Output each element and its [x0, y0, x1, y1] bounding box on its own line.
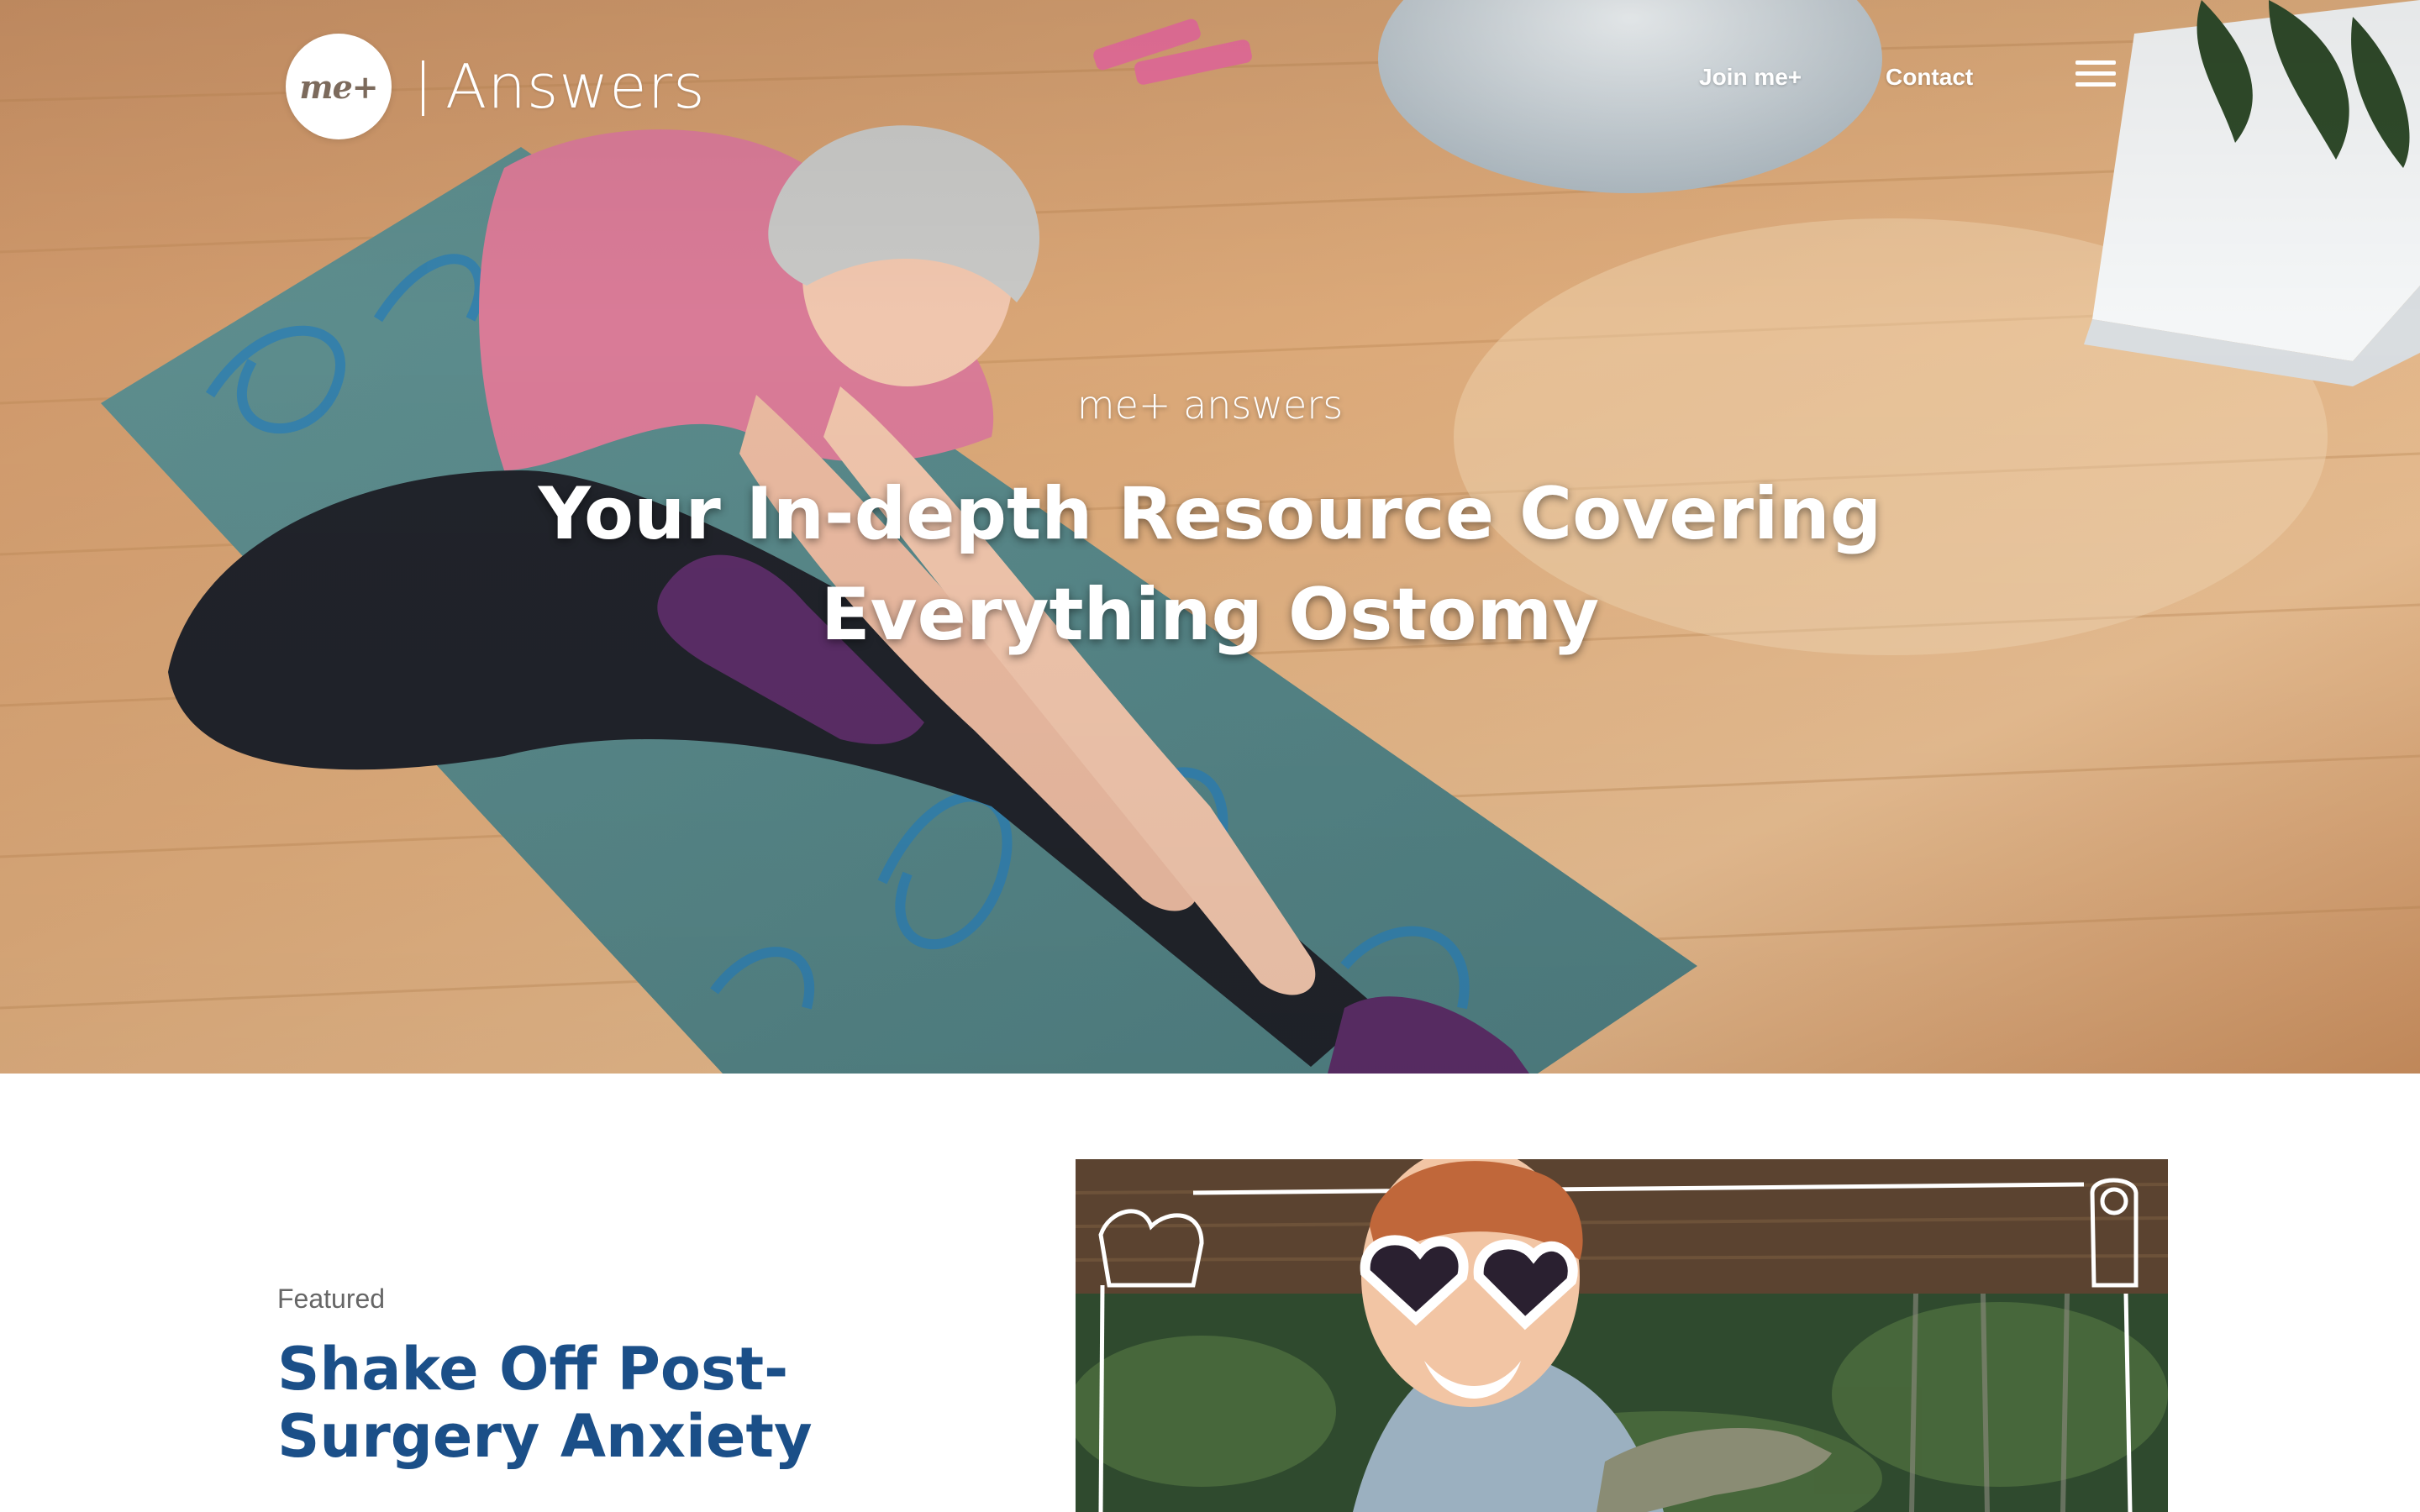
- featured-article-image[interactable]: [1076, 1159, 2168, 1512]
- featured-article-title[interactable]: Shake Off Post-Surgery Anxiety: [277, 1336, 1034, 1470]
- hamburger-menu-icon[interactable]: [2075, 60, 2116, 89]
- brand-logo[interactable]: me+: [286, 34, 392, 139]
- featured-photo: [1076, 1159, 2168, 1512]
- featured-label: Featured: [277, 1284, 386, 1314]
- nav-join-link[interactable]: Join me+: [1699, 64, 1802, 91]
- hero-banner: me+ Answers Join me+ Contact me+ answers…: [0, 0, 2420, 1074]
- logo-divider: [422, 60, 424, 116]
- page: me+ Answers Join me+ Contact me+ answers…: [0, 0, 2420, 1512]
- hero-eyebrow: me+ answers: [1076, 382, 1344, 428]
- hero-title: Your In-depth Resource Covering Everythi…: [538, 472, 1882, 657]
- logo-text: me+: [299, 67, 378, 106]
- nav-contact-link[interactable]: Contact: [1886, 64, 1973, 91]
- brand-wordmark[interactable]: Answers: [445, 49, 706, 124]
